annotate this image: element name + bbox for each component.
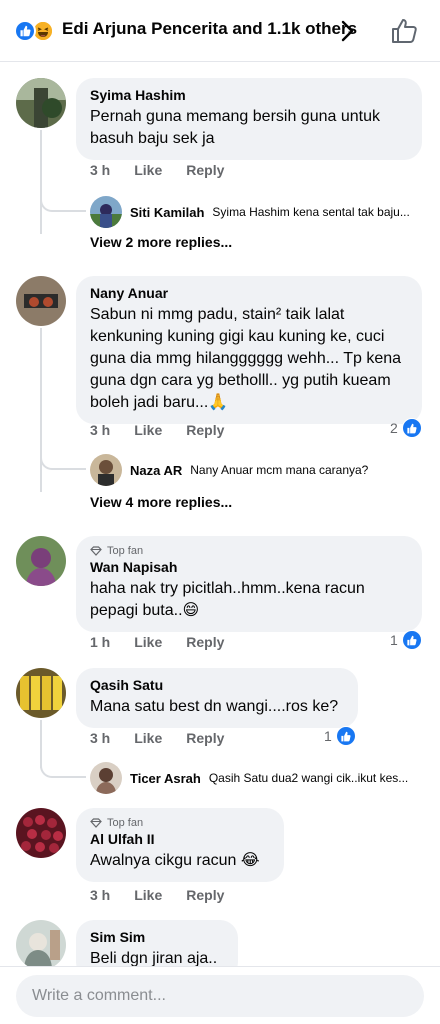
thread-connector [40,196,86,212]
reaction-count[interactable]: 2 [390,418,422,438]
avatar [90,762,122,794]
avatar[interactable] [16,536,66,586]
like-button[interactable]: Like [134,162,162,178]
comment-author[interactable]: Nany Anuar [90,285,408,301]
avatar[interactable] [16,78,66,128]
view-more-replies-link[interactable]: View 4 more replies... [90,494,232,510]
comment-text: Pernah guna memang bersih guna untuk bas… [90,108,380,147]
like-reaction-icon [401,630,422,650]
thread-line [40,130,42,234]
thread-line [40,720,42,768]
comment-composer [0,966,440,1024]
reaction-count-number: 1 [390,632,398,648]
reply-button[interactable]: Reply [186,162,224,178]
comment-bubble[interactable]: Nany Anuar Sabun ni mmg padu, stain² tai… [76,276,422,424]
comment-bubble[interactable]: Top fan Wan Napisah haha nak try picitla… [76,536,422,632]
comment-text: Mana satu best dn wangi....ros ke? [90,698,339,715]
avatar[interactable] [16,920,66,970]
comment-author[interactable]: Syima Hashim [90,87,408,103]
comment-text: Awalnya cikgu racun 😂 [90,852,260,869]
reply-text: Syima Hashim kena sental tak baju... [212,205,410,219]
comment-actions: 1 h Like Reply [90,634,224,650]
reply-preview[interactable]: Naza AR Nany Anuar mcm mana caranya? [90,454,430,486]
avatar[interactable] [16,808,66,858]
comment-actions: 3 h Like Reply [90,887,224,903]
top-fan-label: Top fan [107,545,144,557]
reactions-header[interactable]: Edi Arjuna Pencerita and 1.1k others [0,0,440,62]
thread-connector [40,762,86,778]
like-button[interactable]: Like [134,422,162,438]
reply-button[interactable]: Reply [186,634,224,650]
comment-author[interactable]: Qasih Satu [90,677,344,693]
comment-author[interactable]: Sim Sim [90,929,224,945]
comment-actions: 3 h Like Reply [90,730,224,746]
reaction-count-number: 1 [324,728,332,744]
reply-author[interactable]: Naza AR [130,463,182,478]
like-reaction-icon [401,418,422,438]
thumbs-up-outline-icon[interactable] [390,16,420,46]
like-button[interactable]: Like [134,887,162,903]
comment-bubble[interactable]: Top fan Al Ulfah II Awalnya cikgu racun … [76,808,284,882]
reaction-count[interactable]: 1 [324,726,356,746]
top-fan-badge: Top fan [90,817,270,829]
thread-connector [40,454,86,470]
top-fan-diamond-icon [90,818,102,828]
like-reaction-icon [335,726,356,746]
comment-time: 3 h [90,887,111,903]
avatar[interactable] [16,668,66,718]
comment-bubble[interactable]: Syima Hashim Pernah guna memang bersih g… [76,78,422,160]
comment-text: haha nak try picitlah..hmm..kena racun p… [90,580,365,619]
like-button[interactable]: Like [134,634,162,650]
reply-text: Qasih Satu dua2 wangi cik..ikut kes... [208,771,409,785]
comment-author[interactable]: Al Ulfah II [90,831,270,847]
comment-actions: 3 h Like Reply [90,422,224,438]
reaction-count-number: 2 [390,420,398,436]
reaction-icons [14,20,58,42]
view-more-replies-link[interactable]: View 2 more replies... [90,234,232,250]
like-reaction-icon [14,20,36,42]
top-fan-badge: Top fan [90,545,408,557]
reactions-summary[interactable]: Edi Arjuna Pencerita and 1.1k others [62,19,357,39]
comment-time: 1 h [90,634,111,650]
comment-bubble[interactable]: Qasih Satu Mana satu best dn wangi....ro… [76,668,358,728]
comment-time: 3 h [90,162,111,178]
chevron-right-icon[interactable] [338,19,356,43]
reply-button[interactable]: Reply [186,887,224,903]
top-fan-diamond-icon [90,546,102,556]
reply-preview[interactable]: Siti Kamilah Syima Hashim kena sental ta… [90,196,430,228]
comment-time: 3 h [90,730,111,746]
reply-preview[interactable]: Ticer Asrah Qasih Satu dua2 wangi cik..i… [90,762,430,794]
reply-author[interactable]: Ticer Asrah [130,771,201,786]
comment-text: Sabun ni mmg padu, stain² taik lalat ken… [90,306,402,411]
reply-button[interactable]: Reply [186,730,224,746]
reply-text: Nany Anuar mcm mana caranya? [190,463,369,477]
comment-actions: 3 h Like Reply [90,162,224,178]
write-comment-input[interactable] [16,975,424,1017]
reaction-count[interactable]: 1 [390,630,422,650]
reply-button[interactable]: Reply [186,422,224,438]
avatar[interactable] [16,276,66,326]
avatar [90,196,122,228]
top-fan-label: Top fan [107,817,144,829]
comment-time: 3 h [90,422,111,438]
reply-author[interactable]: Siti Kamilah [130,205,204,220]
avatar [90,454,122,486]
thread-line [40,328,42,492]
like-button[interactable]: Like [134,730,162,746]
comment-author[interactable]: Wan Napisah [90,559,408,575]
